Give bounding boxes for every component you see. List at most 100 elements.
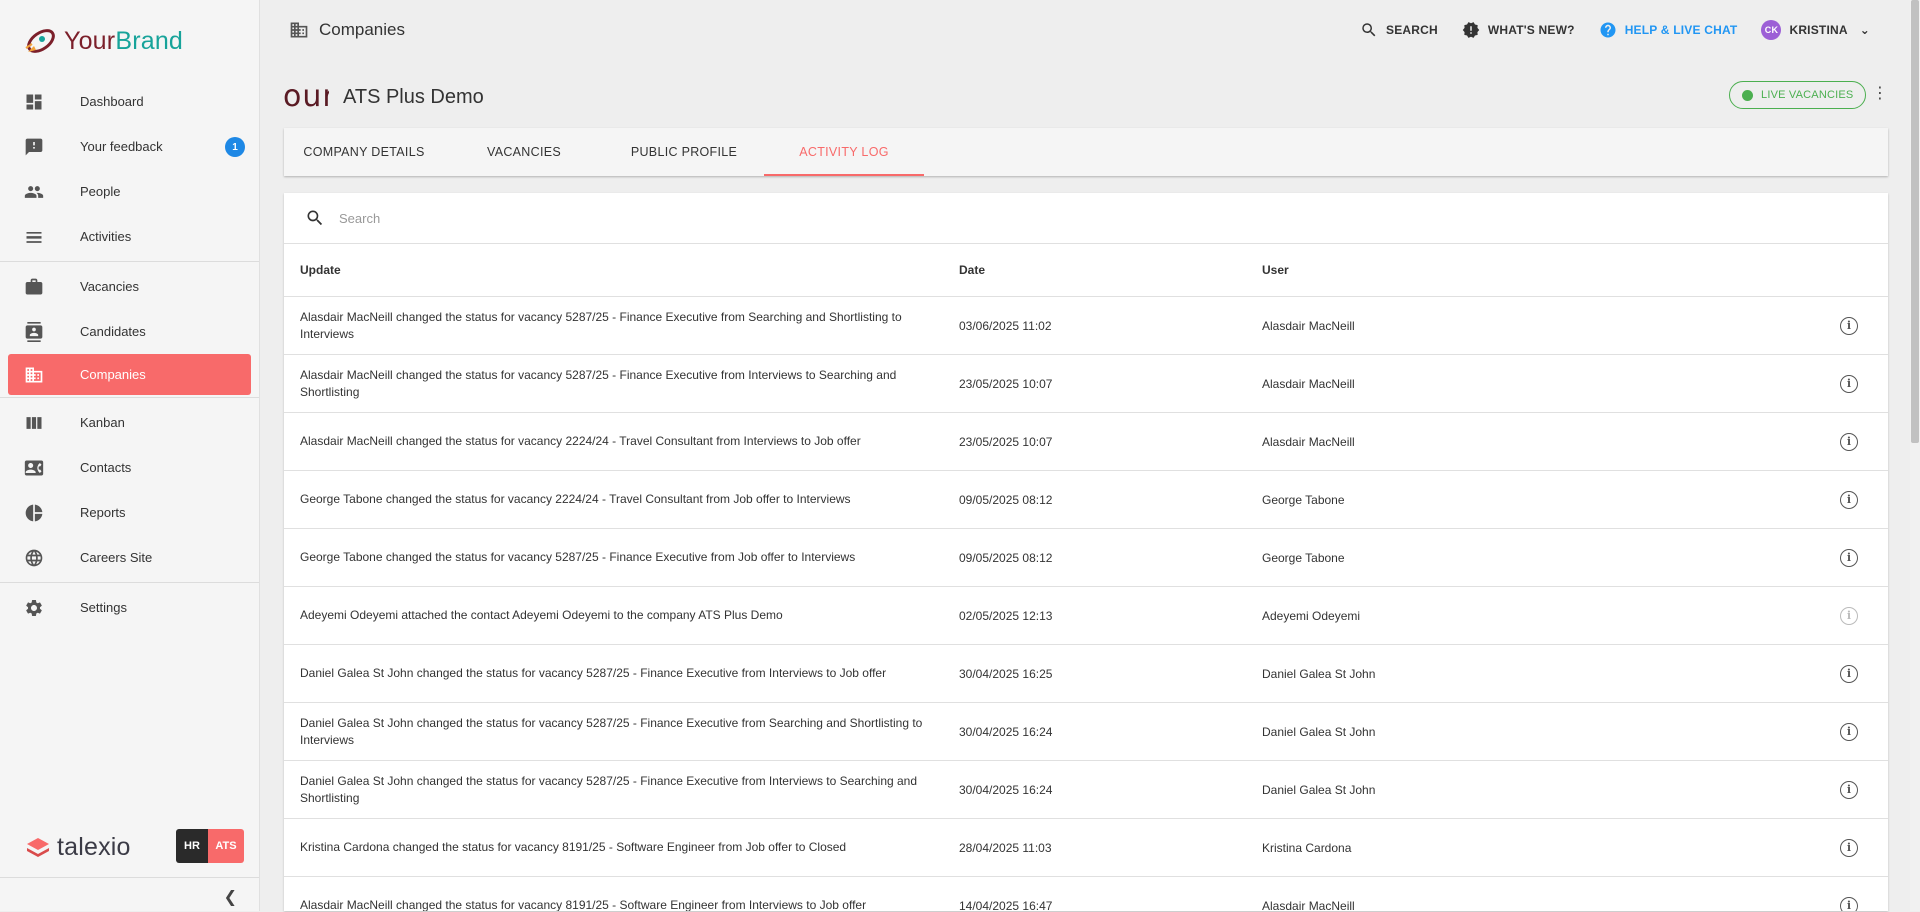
more-vert-icon[interactable]: ⋮ <box>1872 86 1888 102</box>
cell-date: 28/04/2025 11:03 <box>959 840 1052 855</box>
live-vacancies-status[interactable]: LIVE VACANCIES <box>1729 81 1867 109</box>
sidebar-item-contacts[interactable]: Contacts <box>0 445 259 490</box>
activity-search-bar <box>284 193 1888 244</box>
cell-date: 23/05/2025 10:07 <box>959 376 1053 391</box>
cell-date: 30/04/2025 16:24 <box>959 724 1053 739</box>
help-label: HELP & LIVE CHAT <box>1624 23 1738 37</box>
cell-update: Kristina Cardona changed the status for … <box>300 840 847 854</box>
sidebar-item-settings[interactable]: Settings <box>0 585 259 630</box>
search-label: SEARCH <box>1385 23 1438 37</box>
tab-public-profile[interactable]: PUBLIC PROFILE <box>604 128 764 176</box>
activity-log-card: Update Date User Alasdair MacNeill chang… <box>284 193 1888 911</box>
sidebar-item-reports[interactable]: Reports <box>0 490 259 535</box>
sidebar-item-label: Settings <box>80 600 127 615</box>
people-icon <box>22 180 46 204</box>
info-icon[interactable]: i <box>1840 374 1858 393</box>
sidebar-item-careers-site[interactable]: Careers Site <box>0 535 259 580</box>
sidebar-nav: Dashboard Your feedback 1 People Activit… <box>0 79 259 630</box>
sidebar-item-label: Reports <box>80 505 126 520</box>
company-logo: our <box>283 80 329 114</box>
info-icon[interactable]: i <box>1840 722 1858 741</box>
info-icon[interactable]: i <box>1840 780 1858 799</box>
sidebar-footer: ❮ <box>0 877 259 912</box>
info-icon[interactable]: i <box>1840 664 1858 683</box>
cell-update: Daniel Galea St John changed the status … <box>300 773 918 805</box>
sidebar-item-label: Activities <box>80 229 132 244</box>
cell-user: Adeyemi Odeyemi <box>1262 608 1361 623</box>
column-header-date[interactable]: Date <box>959 263 1262 277</box>
cell-user: Kristina Cardona <box>1262 840 1352 855</box>
info-icon[interactable]: i <box>1840 432 1858 451</box>
cell-user: Daniel Galea St John <box>1262 666 1376 681</box>
brand-name: YourBrand <box>64 27 183 56</box>
sidebar-item-candidates[interactable]: Candidates <box>0 309 259 354</box>
tab-company-details[interactable]: COMPANY DETAILS <box>284 128 444 176</box>
nav-divider <box>0 397 259 398</box>
cell-actions: i <box>1810 374 1888 393</box>
whats-new-label: WHAT'S NEW? <box>1487 23 1575 37</box>
info-icon[interactable]: i <box>1840 838 1858 857</box>
sidebar-item-companies[interactable]: Companies <box>8 354 251 395</box>
company-logo-text: our <box>283 80 329 114</box>
brand-logo[interactable]: YourBrand <box>22 24 183 58</box>
cell-actions: i <box>1810 606 1888 625</box>
user-name: KRISTINA <box>1789 23 1848 37</box>
global-search-button[interactable]: SEARCH <box>1360 21 1438 39</box>
help-live-chat-button[interactable]: HELP & LIVE CHAT <box>1599 21 1738 39</box>
page-scrollbar[interactable] <box>1910 0 1920 911</box>
user-menu[interactable]: CK KRISTINA ⌄ <box>1761 20 1870 40</box>
table-row: Daniel Galea St John changed the status … <box>284 645 1888 703</box>
column-header-user[interactable]: User <box>1262 263 1810 277</box>
sidebar-item-activities[interactable]: Activities <box>0 214 259 259</box>
sidebar-item-label: Contacts <box>80 460 132 475</box>
scrollbar-thumb[interactable] <box>1911 0 1919 443</box>
cell-update: Alasdair MacNeill changed the status for… <box>300 309 902 341</box>
cell-user: Daniel Galea St John <box>1262 724 1376 739</box>
info-icon[interactable]: i <box>1840 490 1858 509</box>
cell-user: Daniel Galea St John <box>1262 782 1376 797</box>
cell-date: 02/05/2025 12:13 <box>959 608 1053 623</box>
whats-new-button[interactable]: WHAT'S NEW? <box>1462 21 1575 39</box>
cell-user: Alasdair MacNeill <box>1262 376 1355 391</box>
table-body: Alasdair MacNeill changed the status for… <box>284 297 1888 911</box>
search-icon <box>1362 23 1376 37</box>
nav-divider <box>0 582 259 583</box>
sidebar-item-your-feedback[interactable]: Your feedback 1 <box>0 124 259 169</box>
cell-update: Daniel Galea St John changed the status … <box>300 715 923 747</box>
cell-date: 23/05/2025 10:07 <box>959 434 1053 449</box>
globe-icon <box>22 546 46 570</box>
cell-update: Adeyemi Odeyemi attached the contact Ade… <box>300 608 783 622</box>
chevron-down-icon: ⌄ <box>1859 23 1870 37</box>
cell-date: 30/04/2025 16:24 <box>959 782 1053 797</box>
table-row: George Tabone changed the status for vac… <box>284 471 1888 529</box>
sidebar-item-label: Kanban <box>80 415 125 430</box>
building-icon <box>22 363 46 387</box>
talexio-logo: talexio <box>25 833 131 862</box>
talexio-layers-icon <box>27 837 49 857</box>
info-icon[interactable]: i <box>1840 896 1858 911</box>
building-icon <box>290 22 308 38</box>
nav-divider <box>0 261 259 262</box>
sidebar-item-vacancies[interactable]: Vacancies <box>0 264 259 309</box>
info-icon[interactable]: i <box>1840 316 1858 335</box>
tab-vacancies[interactable]: VACANCIES <box>444 128 604 176</box>
sidebar-item-people[interactable]: People <box>0 169 259 214</box>
info-icon[interactable]: i <box>1840 548 1858 567</box>
cell-actions: i <box>1810 432 1888 451</box>
activity-search-input[interactable] <box>337 209 941 227</box>
chevron-left-icon[interactable]: ❮ <box>224 887 237 907</box>
kanban-icon <box>22 411 46 435</box>
cell-user: Alasdair MacNeill <box>1262 898 1355 912</box>
sidebar-item-kanban[interactable]: Kanban <box>0 400 259 445</box>
hr-label[interactable]: HR <box>176 829 208 863</box>
cell-actions: i <box>1810 316 1888 335</box>
rocket-icon <box>25 29 55 53</box>
column-header-update[interactable]: Update <box>284 263 959 277</box>
table-row: Alasdair MacNeill changed the status for… <box>284 297 1888 355</box>
help-icon <box>1600 22 1616 38</box>
tab-activity-log[interactable]: ACTIVITY LOG <box>764 128 924 176</box>
ats-label[interactable]: ATS <box>208 829 244 863</box>
sidebar-item-dashboard[interactable]: Dashboard <box>0 79 259 124</box>
cell-actions: i <box>1810 780 1888 799</box>
hr-ats-switch[interactable]: HR ATS <box>176 829 244 863</box>
